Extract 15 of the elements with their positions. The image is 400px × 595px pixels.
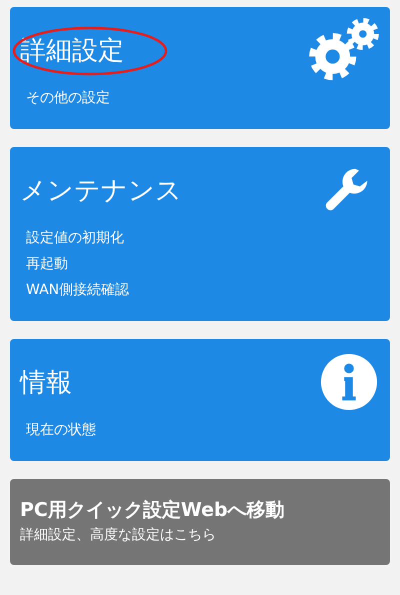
- menu-card[interactable]: 情報 現在の状態: [10, 339, 390, 461]
- menu-entry[interactable]: 再起動: [26, 251, 68, 277]
- menu-entry[interactable]: 現在の状態: [26, 417, 96, 443]
- card-title: 情報: [20, 366, 72, 400]
- link-card[interactable]: PC用クイック設定Webへ移動 詳細設定、高度な設定はこちら: [10, 479, 390, 565]
- gears-icon: [306, 17, 382, 83]
- menu-entry[interactable]: 設定値の初期化: [26, 225, 124, 251]
- menu-entry[interactable]: その他の設定: [26, 85, 110, 111]
- card-title: メンテナンス: [20, 174, 182, 208]
- card-subtitle: 詳細設定、高度な設定はこちら: [20, 526, 216, 545]
- info-icon: [320, 353, 378, 411]
- wrench-icon: [324, 167, 370, 213]
- card-title: PC用クイック設定Webへ移動: [20, 498, 285, 523]
- menu-card[interactable]: メンテナンス 設定値の初期化 再起動 WAN側接続確認: [10, 147, 390, 321]
- menu-entry[interactable]: WAN側接続確認: [26, 277, 130, 303]
